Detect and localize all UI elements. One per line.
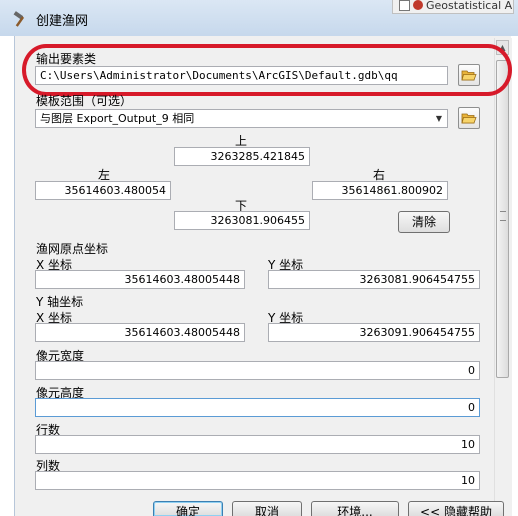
geostatistical-icon (413, 0, 423, 10)
cols-input[interactable]: 10 (35, 471, 480, 490)
extent-left-input[interactable]: 35614603.480054 (35, 181, 171, 200)
extent-label: 模板范围（可选） (36, 94, 133, 108)
open-folder-icon (461, 113, 477, 124)
scrollbar-thumb[interactable] (496, 60, 509, 378)
extent-dropdown-value: 与图层 Export_Output_9 相同 (40, 112, 195, 125)
origin-y-input[interactable]: 3263081.906454755 (268, 270, 480, 289)
grip-icon (500, 211, 506, 221)
cell-height-input[interactable]: 0 (35, 398, 480, 417)
yaxis-y-input[interactable]: 3263091.906454755 (268, 323, 480, 342)
hide-help-button[interactable]: << 隐藏帮助 (408, 501, 504, 516)
background-window-text: Geostatistical A (426, 0, 513, 12)
red-highlight-oval (22, 44, 512, 96)
extent-top-input[interactable]: 3263285.421845 (174, 147, 310, 166)
checkbox-icon (399, 0, 410, 11)
extent-right-input[interactable]: 35614861.800902 (312, 181, 448, 200)
environments-button[interactable]: 环境... (311, 501, 399, 516)
extent-dropdown[interactable]: 与图层 Export_Output_9 相同 ▼ (35, 109, 448, 128)
rows-input[interactable]: 10 (35, 435, 480, 454)
origin-x-input[interactable]: 35614603.48005448 (35, 270, 245, 289)
yaxis-x-input[interactable]: 35614603.48005448 (35, 323, 245, 342)
browse-extent-button[interactable] (458, 107, 480, 129)
clear-button[interactable]: 清除 (398, 211, 450, 233)
yaxis-label: Y 轴坐标 (36, 295, 84, 309)
background-window-strip: Geostatistical A (392, 0, 514, 14)
origin-label: 渔网原点坐标 (36, 242, 109, 256)
ok-button[interactable]: 确定 (153, 501, 223, 516)
hammer-icon (13, 11, 25, 27)
chevron-down-icon: ▼ (435, 114, 442, 123)
extent-bottom-input[interactable]: 3263081.906455 (174, 211, 310, 230)
cell-width-input[interactable]: 0 (35, 361, 480, 380)
window-title: 创建渔网 (36, 14, 89, 29)
cancel-button[interactable]: 取消 (232, 501, 302, 516)
